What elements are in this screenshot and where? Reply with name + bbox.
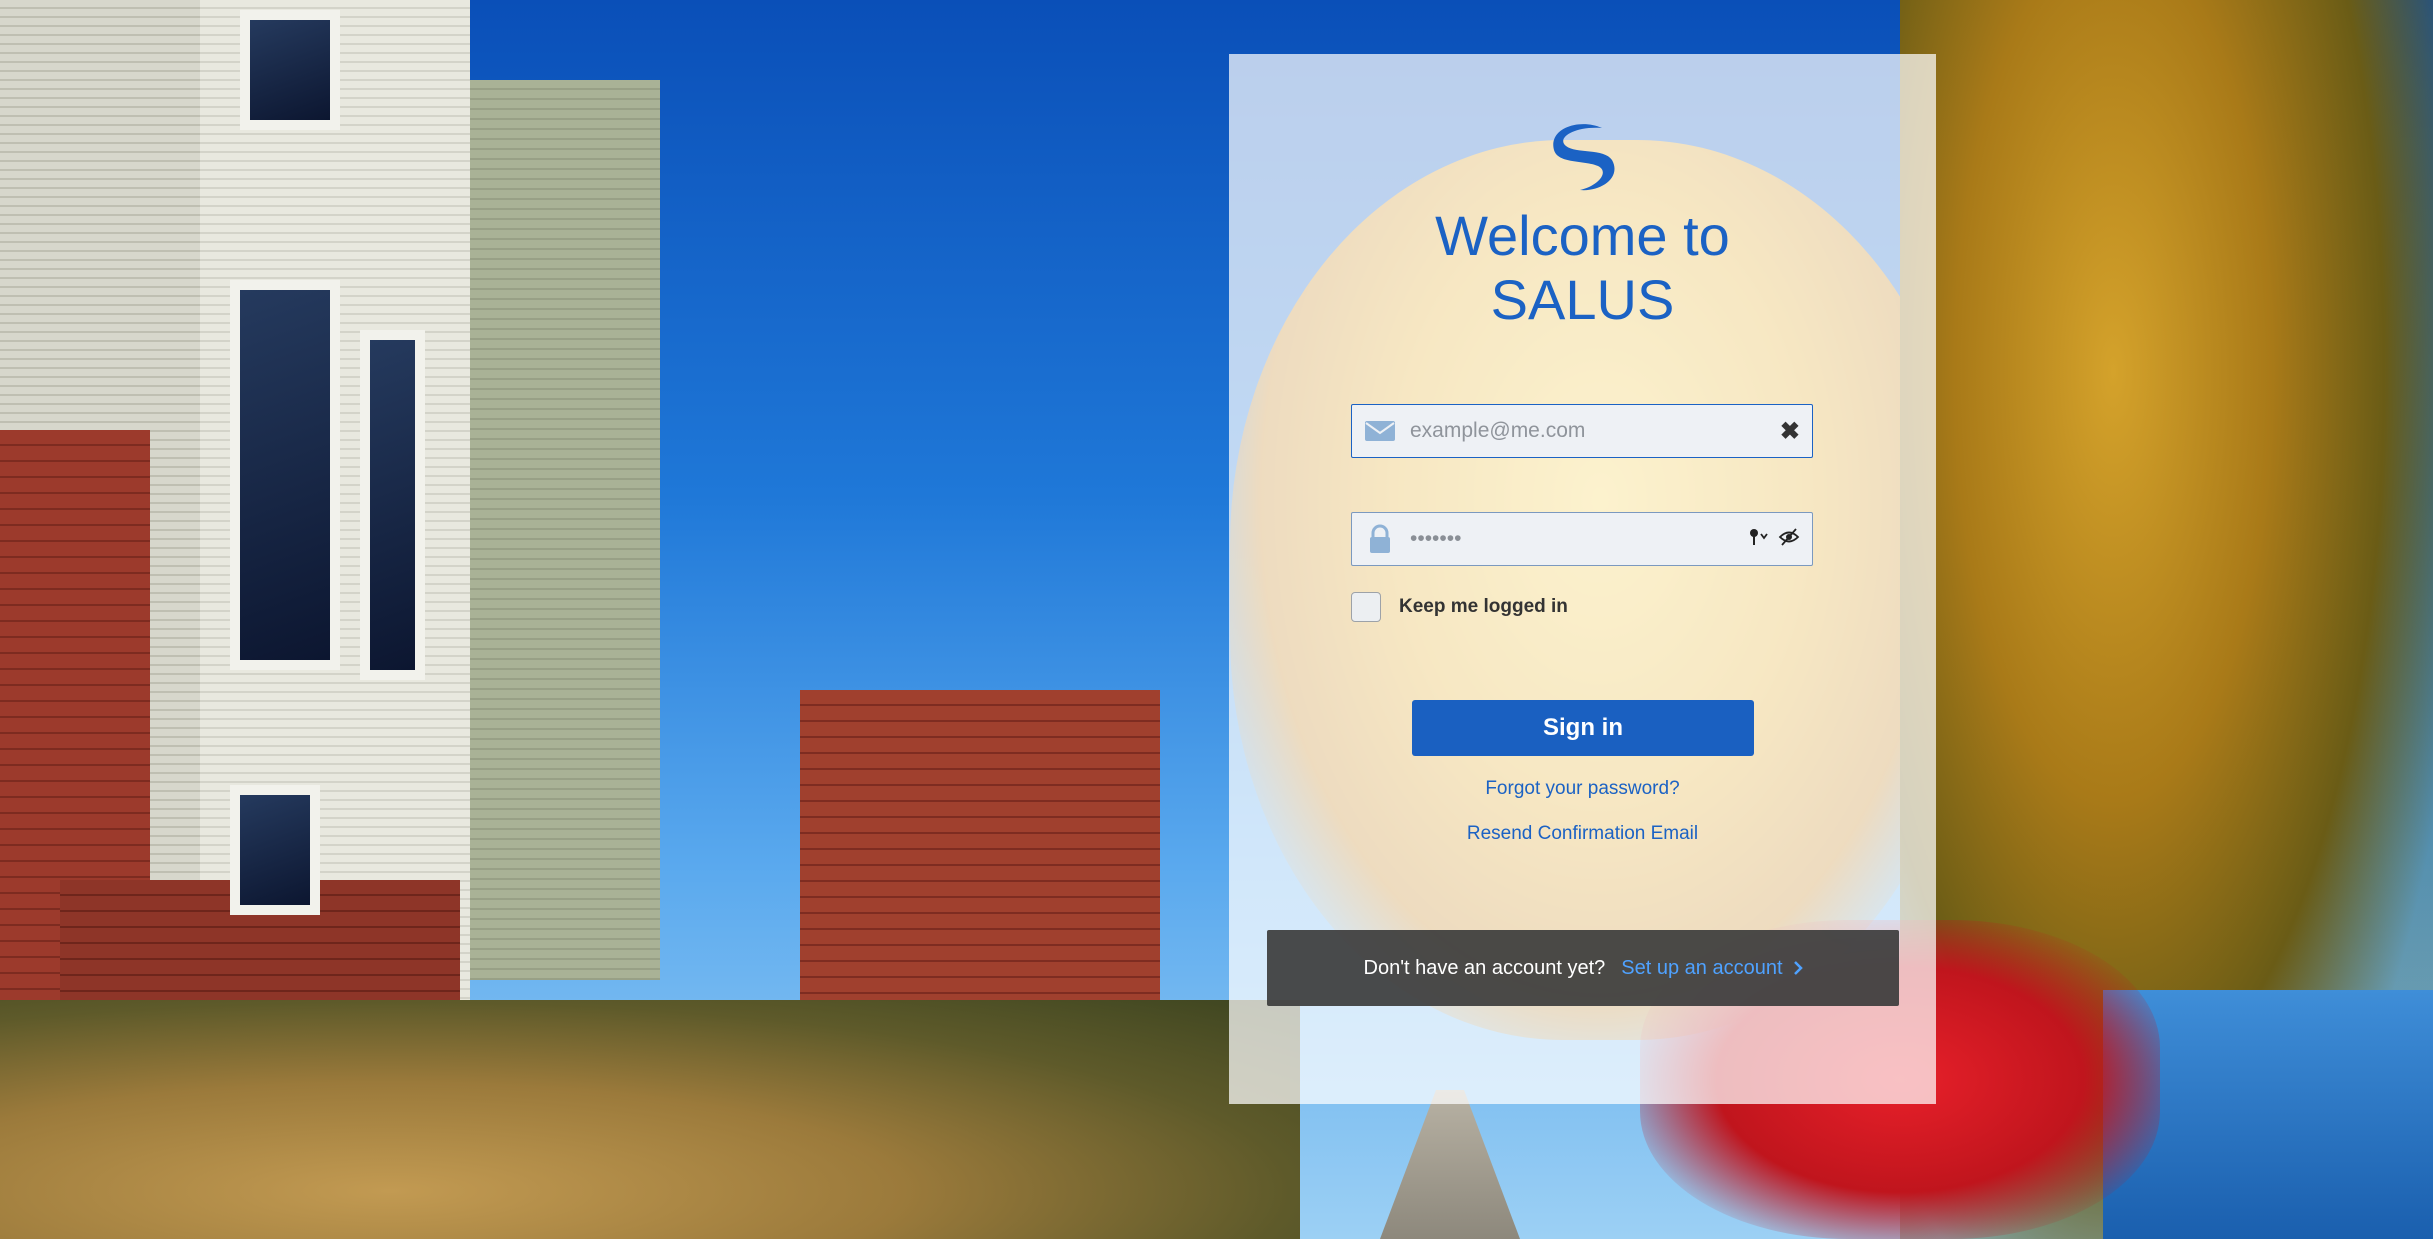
window bbox=[360, 330, 425, 680]
setup-account-label: Set up an account bbox=[1621, 956, 1783, 979]
envelope-icon bbox=[1352, 420, 1408, 442]
keep-logged-in-checkbox[interactable] bbox=[1351, 592, 1381, 622]
key-icon[interactable] bbox=[1748, 527, 1770, 552]
keep-logged-in[interactable]: Keep me logged in bbox=[1351, 592, 1568, 622]
setup-account-link[interactable]: Set up an account bbox=[1621, 956, 1803, 980]
grass bbox=[0, 1000, 1300, 1239]
resend-confirmation-link[interactable]: Resend Confirmation Email bbox=[1229, 823, 1936, 845]
welcome-line-1: Welcome to bbox=[1435, 204, 1730, 267]
signup-bar: Don't have an account yet? Set up an acc… bbox=[1267, 930, 1899, 1006]
sign-in-button[interactable]: Sign in bbox=[1412, 700, 1754, 756]
password-input[interactable] bbox=[1408, 526, 1748, 552]
house-green bbox=[470, 80, 660, 980]
welcome-line-2: SALUS bbox=[1490, 268, 1675, 331]
background-photo bbox=[0, 0, 2433, 1239]
signup-question: Don't have an account yet? bbox=[1363, 956, 1606, 979]
window bbox=[230, 280, 340, 670]
eye-slash-icon[interactable] bbox=[1778, 527, 1800, 552]
window bbox=[240, 10, 340, 130]
login-panel: Welcome to SALUS ✖ bbox=[1229, 54, 1936, 1104]
window bbox=[230, 785, 320, 915]
welcome-heading: Welcome to SALUS bbox=[1229, 204, 1936, 332]
salus-logo-icon bbox=[1553, 124, 1615, 191]
email-input[interactable] bbox=[1408, 418, 1780, 444]
password-field[interactable] bbox=[1351, 512, 1813, 566]
chevron-right-icon bbox=[1793, 961, 1803, 975]
close-icon[interactable]: ✖ bbox=[1780, 417, 1800, 446]
email-field[interactable]: ✖ bbox=[1351, 404, 1813, 458]
lock-icon bbox=[1352, 524, 1408, 554]
keep-logged-in-label: Keep me logged in bbox=[1399, 596, 1568, 617]
forgot-password-link[interactable]: Forgot your password? bbox=[1229, 778, 1936, 800]
